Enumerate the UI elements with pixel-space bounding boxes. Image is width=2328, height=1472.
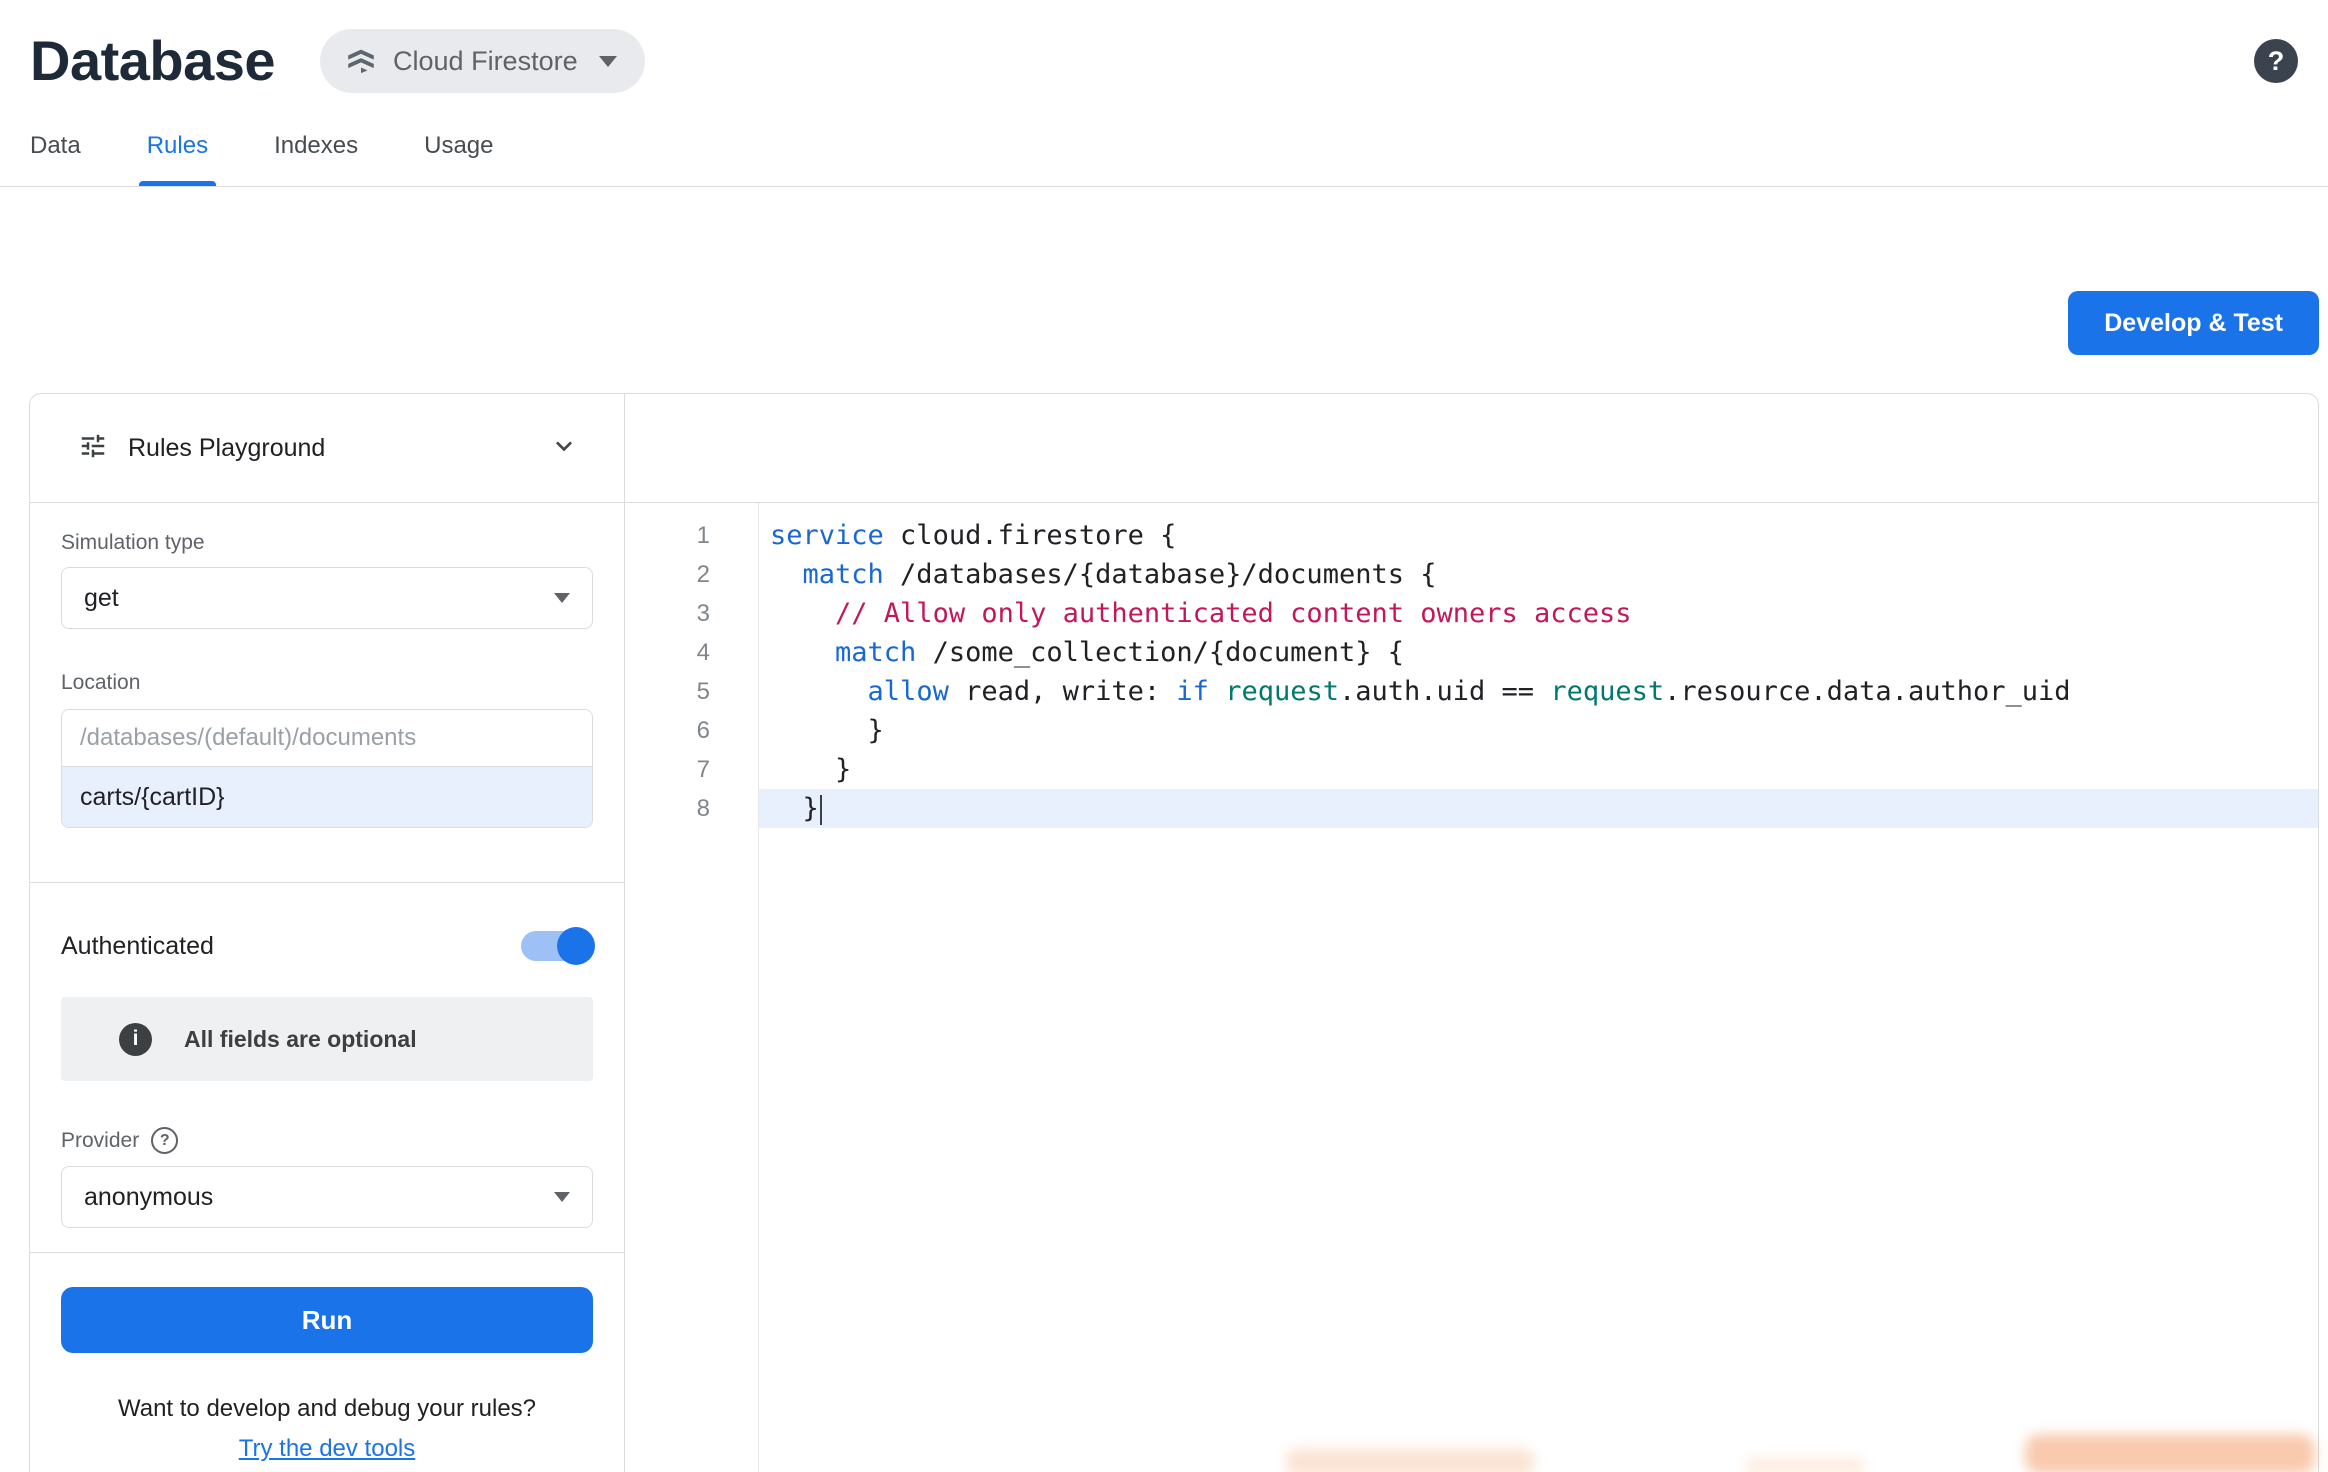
select-arrow-icon	[554, 593, 570, 603]
line-number: 3	[625, 594, 758, 633]
line-number: 2	[625, 555, 758, 594]
rules-playground-header[interactable]: Rules Playground	[30, 394, 624, 503]
database-product-label: Cloud Firestore	[393, 46, 578, 77]
code-line-6[interactable]: }	[759, 711, 2318, 750]
location-field: /databases/(default)/documents carts/{ca…	[61, 709, 593, 828]
line-number: 6	[625, 711, 758, 750]
develop-test-button[interactable]: Develop & Test	[2068, 291, 2319, 355]
editor-gutter: 12345678	[625, 503, 759, 1472]
text-cursor	[820, 795, 822, 825]
select-arrow-icon	[554, 1192, 570, 1202]
simulation-type-value: get	[84, 584, 119, 613]
code-line-2[interactable]: match /databases/{database}/documents {	[759, 555, 2318, 594]
simulation-section: Simulation type get Location /databases/…	[30, 503, 624, 882]
line-number: 5	[625, 672, 758, 711]
location-prefix: /databases/(default)/documents	[62, 710, 592, 767]
authenticated-row: Authenticated	[61, 931, 593, 961]
firestore-rules-page: Database Cloud Firestore ? Data Rules In…	[0, 0, 2328, 1472]
page-title: Database	[30, 26, 275, 96]
simulation-type-label: Simulation type	[61, 531, 593, 555]
editor-body: 12345678 service cloud.firestore { match…	[625, 503, 2318, 1472]
provider-value: anonymous	[84, 1183, 213, 1212]
tab-rules[interactable]: Rules	[139, 114, 216, 186]
simulation-type-select[interactable]: get	[61, 567, 593, 629]
database-product-selector[interactable]: Cloud Firestore	[320, 29, 645, 93]
toggle-knob	[557, 927, 595, 965]
actions-row: Develop & Test	[29, 291, 2319, 355]
tab-indexes[interactable]: Indexes	[266, 114, 366, 186]
help-button[interactable]: ?	[2254, 39, 2298, 83]
rules-playground-title: Rules Playground	[128, 434, 528, 463]
tune-icon	[78, 431, 108, 466]
run-button[interactable]: Run	[61, 1287, 593, 1353]
code-line-5[interactable]: allow read, write: if request.auth.uid =…	[759, 672, 2318, 711]
authenticated-toggle[interactable]	[521, 931, 593, 961]
provider-label: Provider	[61, 1129, 139, 1153]
provider-label-row: Provider ?	[61, 1127, 593, 1154]
question-mark-icon: ?	[2268, 46, 2285, 77]
info-banner-text: All fields are optional	[184, 1026, 417, 1053]
collapse-chevron-icon[interactable]	[548, 430, 580, 467]
location-label: Location	[61, 671, 593, 695]
tab-usage[interactable]: Usage	[416, 114, 501, 186]
provider-select[interactable]: anonymous	[61, 1166, 593, 1228]
line-number: 8	[625, 789, 758, 828]
code-line-3[interactable]: // Allow only authenticated content owne…	[759, 594, 2318, 633]
code-line-1[interactable]: service cloud.firestore {	[759, 516, 2318, 555]
tab-bar: Data Rules Indexes Usage	[0, 114, 2328, 187]
dev-tools-link[interactable]: Try the dev tools	[61, 1435, 593, 1463]
rules-editor: 12345678 service cloud.firestore { match…	[625, 394, 2318, 1472]
dev-tools-question: Want to develop and debug your rules?	[61, 1395, 593, 1423]
code-line-4[interactable]: match /some_collection/{document} {	[759, 633, 2318, 672]
authenticated-label: Authenticated	[61, 932, 214, 961]
editor-toolbar	[625, 394, 2318, 503]
line-number: 4	[625, 633, 758, 672]
code-line-7[interactable]: }	[759, 750, 2318, 789]
location-input[interactable]: carts/{cartID}	[62, 767, 592, 827]
header: Database Cloud Firestore ?	[0, 0, 2328, 96]
run-section: Run Want to develop and debug your rules…	[30, 1253, 624, 1472]
code-line-8[interactable]: }	[759, 789, 2318, 828]
line-number: 1	[625, 516, 758, 555]
chevron-down-icon	[599, 56, 617, 67]
rules-card: Rules Playground Simulation type get Loc…	[29, 393, 2319, 1472]
provider-help-icon[interactable]: ?	[151, 1127, 178, 1154]
auth-section: Authenticated i All fields are optional …	[30, 883, 624, 1252]
firestore-icon	[344, 44, 378, 78]
rules-playground-panel: Rules Playground Simulation type get Loc…	[30, 394, 625, 1472]
tab-data[interactable]: Data	[22, 114, 89, 186]
info-banner: i All fields are optional	[61, 997, 593, 1081]
info-icon: i	[119, 1023, 152, 1056]
line-number: 7	[625, 750, 758, 789]
editor-code[interactable]: service cloud.firestore { match /databas…	[759, 503, 2318, 1472]
